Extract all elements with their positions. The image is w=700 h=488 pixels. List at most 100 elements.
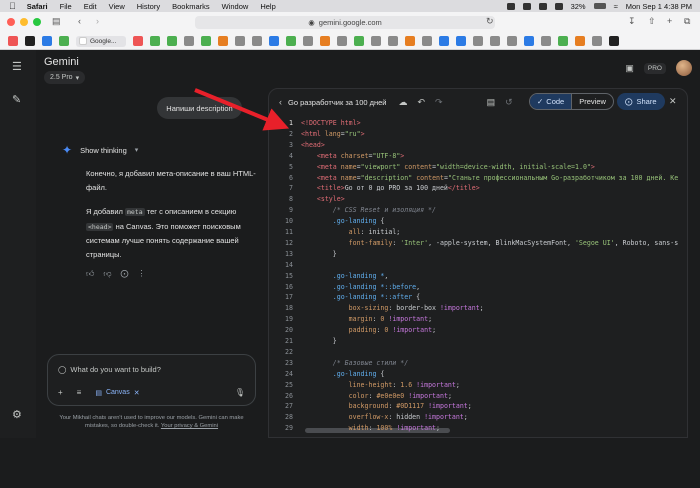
more-icon[interactable]: ⋮ [138,269,146,279]
back-arrow-icon[interactable]: ‹ [279,97,282,107]
favorite-item[interactable] [541,36,552,46]
cloud-icon[interactable]: ☁ [399,97,408,108]
apple-icon[interactable]:  [9,1,16,11]
datetime[interactable]: Mon Sep 1 4:38 PM [626,2,692,11]
favorite-tab-google[interactable]: Google... [76,35,127,47]
prompt-placeholder[interactable]: ◯ What do you want to build? [58,365,161,374]
tools-icon[interactable]: ≡ [77,388,82,397]
code-line[interactable]: .go-landing *::before, [301,283,420,291]
favorite-item[interactable] [371,36,382,46]
code-line[interactable]: <!DOCTYPE html> [301,119,361,127]
favorite-item[interactable] [133,36,144,46]
pro-badge[interactable]: PRO [643,62,666,74]
menu-window[interactable]: Window [222,2,249,11]
close-icon[interactable]: ✕ [134,389,140,397]
favorite-item[interactable] [184,36,195,46]
code-line[interactable]: padding: 0 !important; [301,326,436,334]
favorite-item[interactable] [507,36,518,46]
code-line[interactable]: margin: 0 !important; [301,315,432,323]
history-icon[interactable]: ↺ [505,97,513,108]
model-selector[interactable]: 2.5 Pro ▾ [44,71,86,84]
code-line[interactable]: <head> [301,141,325,149]
console-icon[interactable]: ▤ [487,97,496,108]
menu-edit[interactable]: Edit [84,2,97,11]
status-app-icon[interactable] [522,2,531,10]
code-line[interactable]: width: 100% !important; [301,424,440,432]
favorite-item[interactable] [42,36,52,46]
thumbs-up-icon[interactable]: 👍︎ [86,269,94,279]
code-line[interactable]: .go-landing { [301,217,385,225]
code-line[interactable]: line-height: 1.6 !important; [301,381,460,389]
favorite-item[interactable] [575,36,586,46]
favorite-item[interactable] [269,36,280,46]
code-line[interactable]: .go-landing { [301,370,385,378]
forward-icon[interactable]: › [96,16,99,26]
zoom-window-button[interactable] [33,18,41,26]
favorite-item[interactable] [167,36,178,46]
new-tab-icon[interactable]: + [667,16,672,26]
code-editor[interactable]: 1 <!DOCTYPE html> 2 <html lang="ru"> 3 <head>… [269,117,689,435]
close-panel-icon[interactable]: ✕ [669,96,677,107]
favorite-item[interactable] [388,36,399,46]
code-line[interactable]: } [301,337,337,345]
code-line[interactable]: .go-landing *::after { [301,293,420,301]
code-line[interactable]: /* Базовые стили */ [301,359,408,367]
menu-help[interactable]: Help [260,2,275,11]
favorite-item[interactable] [25,36,35,46]
thumbs-down-icon[interactable]: 👎︎ [103,269,111,279]
redo-icon[interactable]: ↷ [435,97,443,108]
code-line[interactable]: <html lang="ru"> [301,130,365,138]
favorite-item[interactable] [150,36,161,46]
code-line[interactable]: .go-landing *, [301,272,389,280]
favorite-item[interactable] [456,36,467,46]
code-line[interactable]: overflow-x: hidden !important; [301,413,468,421]
prompt-box[interactable]: ◯ What do you want to build? + ≡ ▤ Canva… [47,354,256,406]
favorite-item[interactable] [473,36,484,46]
gift-icon[interactable]: ▣ [625,63,634,74]
code-line[interactable]: <meta charset="UTF-8"> [301,152,404,160]
avatar[interactable] [676,60,692,76]
favorite-item[interactable] [558,36,569,46]
status-app-icon[interactable] [538,2,547,10]
favorite-item[interactable] [252,36,263,46]
status-app-icon[interactable] [506,2,515,10]
new-chat-icon[interactable]: ✎ [12,93,21,106]
favorite-item[interactable] [218,36,229,46]
sidebar-toggle-icon[interactable]: ▤ [52,16,61,27]
share-button[interactable]: ⨀ Share [617,93,665,110]
reload-icon[interactable]: ↻ [486,16,494,27]
menu-app[interactable]: Safari [27,2,48,11]
code-line[interactable]: <meta name="viewport" content="width=dev… [301,163,595,171]
mic-icon[interactable]: 🎙︎ [235,388,245,397]
code-line[interactable]: <title>Go от 0 до PRO за 100 дней</title… [301,184,480,192]
battery-icon[interactable] [593,3,606,9]
code-line[interactable]: box-sizing: border-box !important; [301,304,484,312]
share-icon[interactable]: ⨀ [121,269,129,279]
download-icon[interactable]: ↧ [628,16,636,27]
code-line[interactable]: } [301,250,337,258]
favorite-item[interactable] [439,36,450,46]
prompt-input[interactable]: What do you want to build? [70,365,160,374]
favorite-item[interactable] [286,36,297,46]
code-line[interactable]: /* CSS Reset и изоляция */ [301,206,436,214]
tab-overview-icon[interactable]: ⧉ [684,16,690,27]
minimize-window-button[interactable] [20,18,28,26]
favorite-item[interactable] [405,36,416,46]
tab-preview[interactable]: Preview [571,94,613,109]
favorite-item[interactable] [8,36,18,46]
settings-icon[interactable]: ⚙ [12,408,22,421]
code-line[interactable]: background: #0D1117 !important; [301,402,472,410]
menu-bookmarks[interactable]: Bookmarks [172,2,210,11]
back-icon[interactable]: ‹ [78,16,81,26]
privacy-link[interactable]: Your privacy & Gemini [161,423,218,429]
code-line[interactable]: <meta name="description" content="Станьт… [301,174,678,182]
status-app-icon[interactable] [554,2,563,10]
code-line[interactable]: <style> [301,195,345,203]
code-line[interactable]: font-family: 'Inter', -apple-system, Bli… [301,239,679,247]
favorite-item[interactable] [592,36,603,46]
add-icon[interactable]: + [58,388,63,397]
code-line[interactable]: color: #e0e0e0 !important; [301,392,452,400]
menu-history[interactable]: History [137,2,160,11]
favorite-item[interactable] [337,36,348,46]
favorite-item[interactable] [524,36,535,46]
